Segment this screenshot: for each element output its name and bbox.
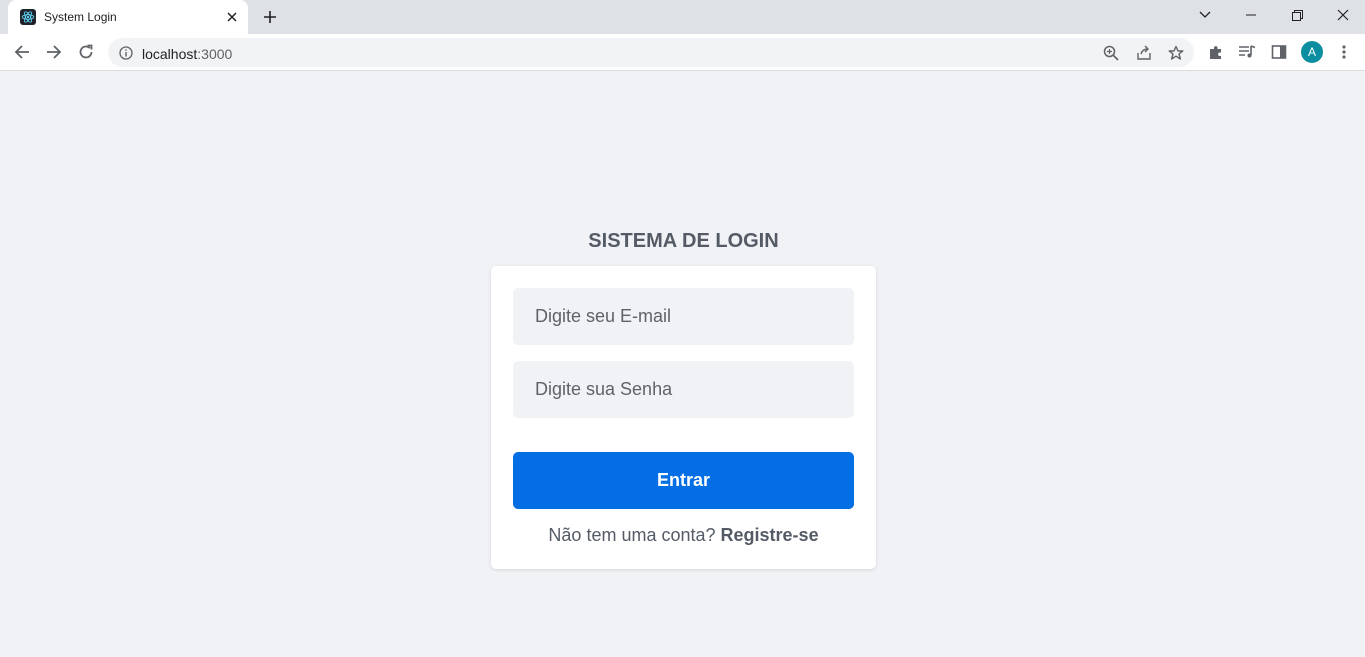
- url-host: localhost: [142, 46, 198, 62]
- plus-icon[interactable]: [260, 7, 280, 27]
- side-panel-icon[interactable]: [1269, 42, 1289, 62]
- react-icon: [20, 9, 36, 25]
- login-card: Entrar Não tem uma conta? Registre-se: [491, 266, 876, 569]
- signup-prompt-text: Não tem uma conta?: [548, 525, 716, 545]
- page-title: SISTEMA DE LOGIN: [588, 230, 779, 252]
- avatar[interactable]: A: [1301, 41, 1323, 63]
- puzzle-icon[interactable]: [1206, 42, 1226, 62]
- minimize-icon[interactable]: [1228, 0, 1274, 30]
- back-arrow-icon[interactable]: [10, 40, 34, 64]
- browser-tab[interactable]: System Login: [8, 0, 248, 34]
- password-input[interactable]: [513, 361, 854, 418]
- zoom-icon[interactable]: [1102, 44, 1120, 62]
- submit-button[interactable]: Entrar: [513, 452, 854, 509]
- close-icon[interactable]: [224, 9, 240, 25]
- signup-prompt: Não tem uma conta? Registre-se: [491, 525, 876, 546]
- address-bar[interactable]: localhost:3000: [108, 38, 1194, 67]
- star-icon[interactable]: [1167, 44, 1185, 62]
- chevron-down-icon[interactable]: [1182, 0, 1228, 30]
- kebab-menu-icon[interactable]: [1334, 42, 1354, 62]
- share-icon[interactable]: [1135, 44, 1153, 62]
- tab-title: System Login: [44, 10, 117, 24]
- media-icon[interactable]: [1237, 42, 1257, 62]
- browser-toolbar: localhost:3000 A: [0, 34, 1365, 71]
- reload-icon[interactable]: [74, 40, 98, 64]
- url-port: :3000: [197, 46, 233, 62]
- info-icon[interactable]: [118, 45, 134, 61]
- tab-strip: System Login: [0, 0, 1365, 34]
- email-input[interactable]: [513, 288, 854, 345]
- forward-arrow-icon[interactable]: [42, 40, 66, 64]
- restore-icon[interactable]: [1274, 0, 1320, 30]
- close-icon[interactable]: [1320, 0, 1365, 30]
- url-text[interactable]: localhost:3000: [142, 46, 232, 62]
- signup-link[interactable]: Registre-se: [721, 525, 819, 545]
